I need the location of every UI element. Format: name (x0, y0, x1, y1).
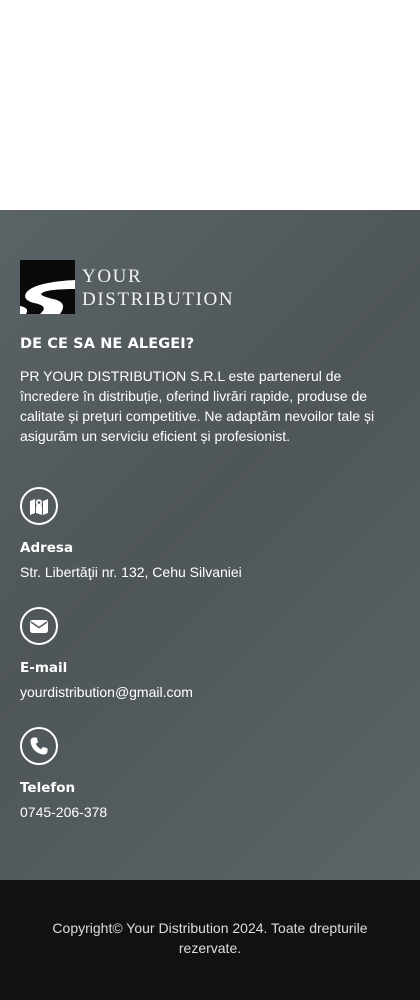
phone-icon (20, 727, 58, 765)
phone-link[interactable]: 0745-206-378 (20, 804, 400, 820)
envelope-icon (20, 607, 58, 645)
copyright-text: Copyright© Your Distribution 2024. Toate… (52, 920, 368, 956)
copyright-bar: Copyright© Your Distribution 2024. Toate… (0, 880, 420, 1000)
about-heading: DE CE SA NE ALEGEI? (20, 336, 195, 352)
page-top-blank (0, 0, 420, 210)
email-link[interactable]: yourdistribution@gmail.com (20, 684, 400, 700)
phone-label: Telefon (20, 780, 76, 796)
brand-name: YOUR DISTRIBUTION (82, 265, 234, 311)
email-label: E-mail (20, 660, 68, 676)
about-text: PR YOUR DISTRIBUTION S.R.L este partener… (20, 368, 375, 444)
address-label: Adresa (20, 540, 74, 556)
contact-email: E-mail yourdistribution@gmail.com (20, 607, 400, 700)
brand-logo[interactable]: YOUR DISTRIBUTION (20, 260, 250, 314)
brand-name-line2: DISTRIBUTION (82, 289, 235, 310)
contact-phone: Telefon 0745-206-378 (20, 727, 400, 820)
site-footer: YOUR DISTRIBUTION DE CE SA NE ALEGEI? PR… (0, 210, 420, 880)
map-icon (20, 487, 58, 525)
address-value: Str. Libertăţii nr. 132, Cehu Silvaniei (20, 564, 242, 580)
road-logo-icon (20, 260, 75, 314)
brand-name-line1: YOUR (82, 266, 143, 287)
contact-address: Adresa Str. Libertăţii nr. 132, Cehu Sil… (20, 487, 400, 580)
